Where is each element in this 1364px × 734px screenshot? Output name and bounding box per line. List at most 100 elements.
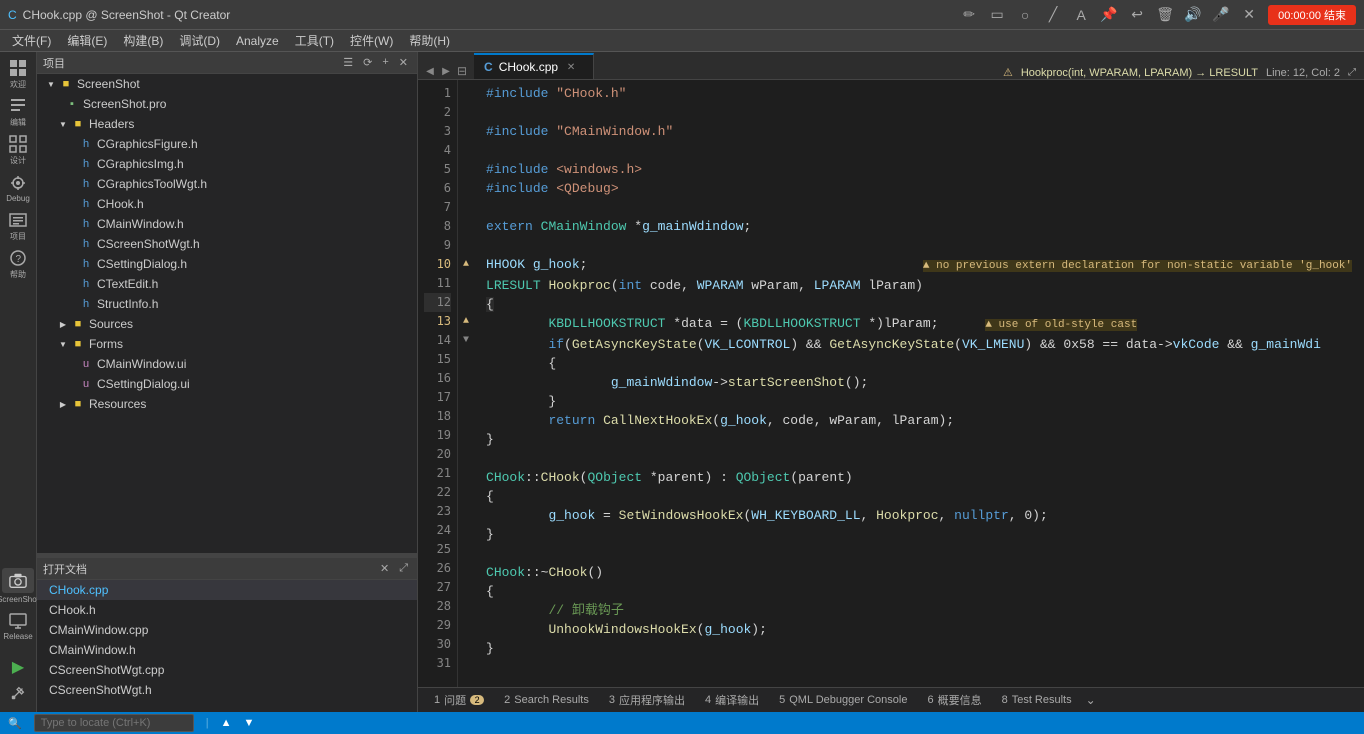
text-icon[interactable]: A	[1072, 6, 1090, 24]
tree-cgraphicsfigure[interactable]: h CGraphicsFigure.h	[37, 134, 417, 154]
tree-resources-folder[interactable]: ▶ ■ Resources	[37, 394, 417, 414]
tree-headers-folder[interactable]: ▼ ■ Headers	[37, 114, 417, 134]
tree-root[interactable]: ▼ ■ ScreenShot	[37, 74, 417, 94]
menu-build[interactable]: 构建(B)	[115, 30, 171, 51]
compile-label: 编译输出	[715, 692, 759, 708]
more-tabs-btn[interactable]: ⌄	[1086, 693, 1096, 707]
tab-chook-cpp-label: CHook.cpp	[499, 60, 558, 74]
tree-cscreenshotwgt[interactable]: h CScreenShotWgt.h	[37, 234, 417, 254]
docs-close-btn[interactable]: ✕	[377, 562, 392, 575]
tab-prev-btn[interactable]: ◀	[422, 63, 438, 79]
undo-icon[interactable]: ↩	[1128, 6, 1146, 24]
doc-chook-cpp[interactable]: CHook.cpp	[37, 580, 417, 600]
doc-cscreenshotwgt-h-label: CScreenShotWgt.h	[49, 683, 152, 697]
tree-pro-file[interactable]: ▪ ScreenShot.pro	[37, 94, 417, 114]
error-indicator: ⚠	[1003, 66, 1013, 79]
menu-control[interactable]: 控件(W)	[342, 30, 401, 51]
tab-next-btn[interactable]: ▶	[438, 63, 454, 79]
tab-split-btn[interactable]: ⊟	[454, 63, 470, 79]
menu-debug[interactable]: 调试(D)	[171, 30, 228, 51]
sidebar-item-welcome[interactable]: 欢迎	[0, 56, 36, 92]
titlebar-title: C CHook.cpp @ ScreenShot - Qt Creator	[8, 8, 230, 22]
bottom-tab-problems[interactable]: 1 问题 2	[424, 690, 494, 710]
pin-icon[interactable]: 📌	[1100, 6, 1118, 24]
app-output-num: 3	[609, 694, 615, 706]
status-arrow-down[interactable]: ▼	[243, 717, 254, 729]
status-arrow-up[interactable]: ▲	[221, 717, 232, 729]
tab-chook-cpp[interactable]: C CHook.cpp ✕	[474, 53, 594, 79]
fold-arrow-14[interactable]: ▼	[458, 331, 474, 350]
sidebar-item-debug[interactable]: Debug	[0, 170, 36, 206]
tree-forms-folder[interactable]: ▼ ■ Forms	[37, 334, 417, 354]
rectangle-icon[interactable]: ▭	[988, 6, 1006, 24]
tree-cmainwindow[interactable]: h CMainWindow.h	[37, 214, 417, 234]
ellipse-icon[interactable]: ○	[1016, 6, 1034, 24]
doc-cmainwindow-h[interactable]: CMainWindow.h	[37, 640, 417, 660]
tree-ctextedit[interactable]: h CTextEdit.h	[37, 274, 417, 294]
doc-cmainwindow-cpp-label: CMainWindow.cpp	[49, 623, 148, 637]
docs-expand-btn[interactable]: ⤢	[396, 562, 411, 575]
tree-cgraphicstoolwgt[interactable]: h CGraphicsToolWgt.h	[37, 174, 417, 194]
menu-file[interactable]: 文件(F)	[4, 30, 59, 51]
project-close-btn[interactable]: ✕	[396, 56, 411, 69]
tree-cmainwindow-ui[interactable]: u CMainWindow.ui	[37, 354, 417, 374]
tree-csettingdialog[interactable]: h CSettingDialog.h	[37, 254, 417, 274]
tree-csettingdialog-ui[interactable]: u CSettingDialog.ui	[37, 374, 417, 394]
build-button[interactable]	[7, 682, 29, 704]
design-label: 设计	[10, 155, 26, 166]
bottom-tab-summary[interactable]: 6 概要信息	[917, 690, 991, 710]
sidebar-item-release[interactable]: Release	[0, 608, 36, 644]
sidebar-item-project[interactable]: 项目	[0, 208, 36, 244]
qml-num: 5	[779, 694, 785, 706]
tab-chook-cpp-close[interactable]: ✕	[564, 60, 578, 74]
debug-icon	[9, 174, 27, 192]
tree-sources-folder[interactable]: ▶ ■ Sources	[37, 314, 417, 334]
problems-label: 问题	[444, 692, 466, 708]
menu-analyze[interactable]: Analyze	[228, 32, 287, 50]
sidebar-item-help[interactable]: ? 帮助	[0, 246, 36, 282]
locate-input[interactable]	[34, 714, 194, 732]
doc-chook-h[interactable]: CHook.h	[37, 600, 417, 620]
bottom-tab-qml[interactable]: 5 QML Debugger Console	[769, 692, 917, 708]
h4-label: CHook.h	[97, 197, 144, 211]
forms-label: Forms	[89, 337, 123, 351]
editor-expand-btn[interactable]: ⤢	[1348, 67, 1356, 78]
titlebar: C CHook.cpp @ ScreenShot - Qt Creator ✏ …	[0, 0, 1364, 30]
project-sync-btn[interactable]: ⟳	[360, 56, 375, 69]
h6-icon: h	[79, 237, 93, 251]
menu-edit[interactable]: 编辑(E)	[59, 30, 115, 51]
breadcrumb-func: Hookproc(int, WPARAM, LPARAM) → LRESULT	[1021, 67, 1258, 79]
pencil-icon[interactable]: ✏	[960, 6, 978, 24]
menu-tools[interactable]: 工具(T)	[287, 30, 342, 51]
project-filter-btn[interactable]: ☰	[340, 56, 356, 69]
tab-bar-right: ⚠ Hookproc(int, WPARAM, LPARAM) → LRESUL…	[995, 66, 1364, 79]
mic-icon[interactable]: 🎤	[1212, 6, 1230, 24]
doc-cmainwindow-cpp[interactable]: CMainWindow.cpp	[37, 620, 417, 640]
run-button[interactable]: ▶	[7, 656, 29, 678]
release-label: Release	[3, 632, 32, 641]
tab-nav-left: ◀ ▶ ⊟	[418, 63, 474, 79]
tree-cgraphicsimg[interactable]: h CGraphicsImg.h	[37, 154, 417, 174]
doc-cscreenshotwgt-cpp[interactable]: CScreenShotWgt.cpp	[37, 660, 417, 680]
bottom-tab-app-output[interactable]: 3 应用程序输出	[599, 690, 695, 710]
project-add-btn[interactable]: +	[379, 56, 391, 69]
menu-help[interactable]: 帮助(H)	[401, 30, 458, 51]
doc-cmainwindow-h-label: CMainWindow.h	[49, 643, 136, 657]
sidebar-item-screenshot[interactable]: ScreenShot	[0, 568, 36, 604]
code-editor[interactable]: 1 2 3 4 5 6 7 8 9 10 11 12 13 14 15 16 1…	[418, 80, 1364, 687]
close-icon[interactable]: ✕	[1240, 6, 1258, 24]
h4-icon: h	[79, 197, 93, 211]
sidebar-item-design[interactable]: 设计	[0, 132, 36, 168]
sidebar-item-edit[interactable]: 编辑	[0, 94, 36, 130]
line-icon[interactable]: ╱	[1044, 6, 1062, 24]
speaker-icon[interactable]: 🔊	[1184, 6, 1202, 24]
tree-chook[interactable]: h CHook.h	[37, 194, 417, 214]
code-content[interactable]: #include "CHook.h" #include "CMainWindow…	[474, 80, 1364, 687]
tree-structinfo[interactable]: h StructInfo.h	[37, 294, 417, 314]
bottom-tab-search[interactable]: 2 Search Results	[494, 692, 599, 708]
bottom-tab-compile[interactable]: 4 编译输出	[695, 690, 769, 710]
doc-cscreenshotwgt-h[interactable]: CScreenShotWgt.h	[37, 680, 417, 700]
trash-icon[interactable]: 🗑	[1156, 6, 1174, 24]
bottom-tab-test[interactable]: 8 Test Results	[992, 692, 1082, 708]
timer-button[interactable]: 00:00:00 结束	[1268, 5, 1356, 25]
